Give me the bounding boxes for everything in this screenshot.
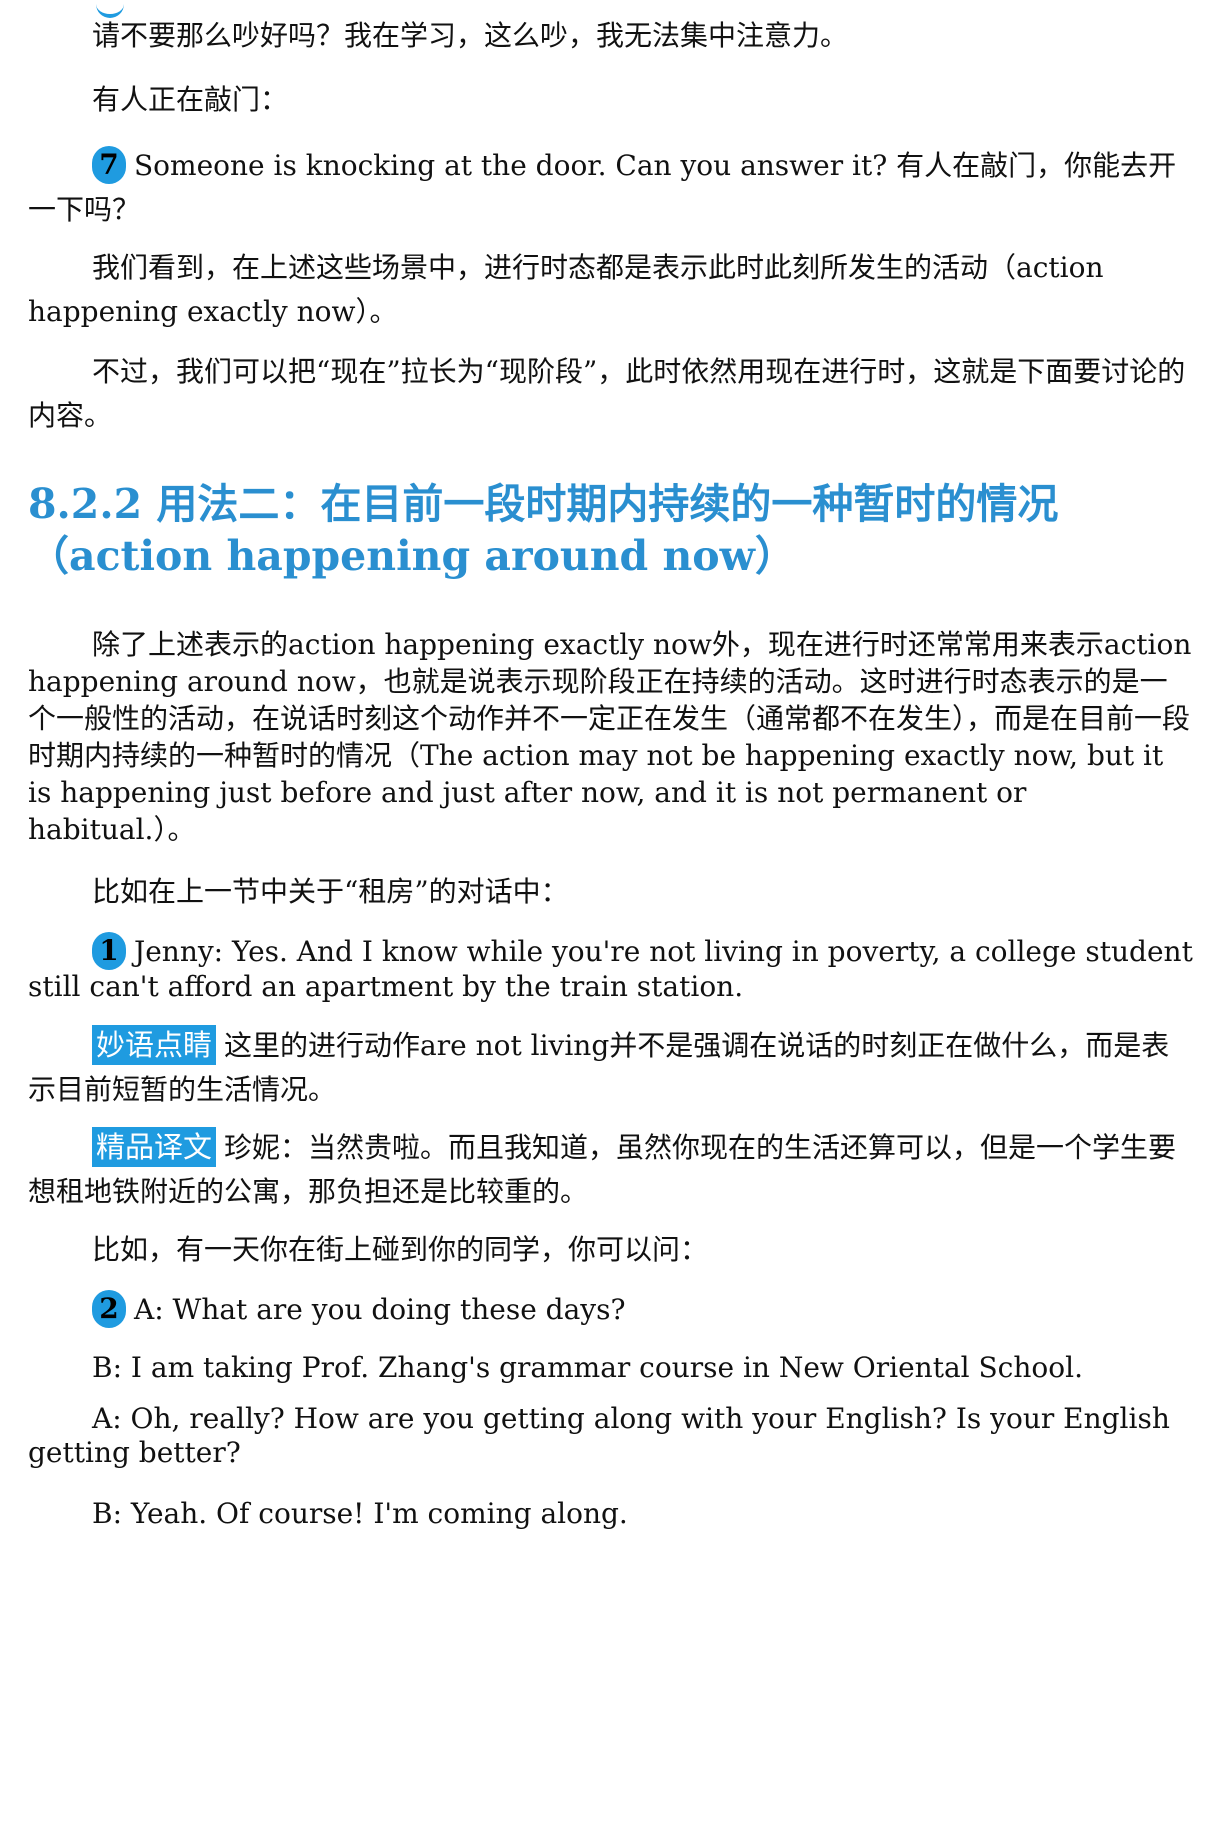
example-number-badge: 1 xyxy=(92,932,126,970)
paragraph-request-quiet: 请不要那么吵好吗？我在学习，这么吵，我无法集中注意力。 xyxy=(92,19,849,52)
dialogue-b1: B: I am taking Prof. Zhang's grammar cou… xyxy=(92,1351,1083,1384)
paragraph-extend: 不过，我们可以把“现在”拉长为“现阶段”，此时依然用现在进行时，这就是下面要讨论… xyxy=(28,355,1186,432)
note-tag: 妙语点睛 xyxy=(92,1025,217,1065)
example-1-text: Jenny: Yes. And I know while you're not … xyxy=(28,935,1193,1003)
dialogue-a2: A: Oh, really? How are you getting along… xyxy=(28,1402,1170,1469)
example-7-text: Someone is knocking at the door. Can you… xyxy=(28,149,1177,226)
example-1: 1 Jenny: Yes. And I know while you're not… xyxy=(28,932,1193,1004)
dialogue-b2: B: Yeah. Of course! I'm coming along. xyxy=(92,1497,628,1530)
section-heading: 8.2.2 用法二：在目前一段时期内持续的一种暂时的情况（action happ… xyxy=(28,480,1059,580)
paragraph-rent-intro: 比如在上一节中关于“租房”的对话中： xyxy=(92,875,569,908)
note-paragraph: 妙语点睛 这里的进行动作are not living并不是强调在说话的时刻正在做什… xyxy=(28,1024,1193,1112)
document-page: 请不要那么吵好吗？我在学习，这么吵，我无法集中注意力。 有人正在敲门： 7 Som… xyxy=(0,0,1207,1828)
translation-paragraph: 精品译文 珍妮：当然贵啦。而且我知道，虽然你现在的生活还算可以，但是一个学生要想租… xyxy=(28,1126,1193,1214)
dialogue-a1: A: What are you doing these days? xyxy=(134,1293,626,1326)
paragraph-knocking-intro: 有人正在敲门： xyxy=(92,83,289,116)
example-2-line-a1: 2 A: What are you doing these days? xyxy=(28,1288,1193,1332)
paragraph-summary: 我们看到，在上述这些场景中，进行时态都是表示此时此刻所发生的活动（action … xyxy=(28,251,1104,328)
paragraph-street-intro: 比如，有一天你在街上碰到你的同学，你可以问： xyxy=(92,1233,709,1266)
example-7: 7 Someone is knocking at the door. Can yo… xyxy=(28,144,1193,232)
translation-tag: 精品译文 xyxy=(92,1127,217,1167)
example-number-badge: 7 xyxy=(92,146,126,184)
paragraph-explain: 除了上述表示的action happening exactly now外，现在进… xyxy=(28,628,1192,846)
example-number-badge: 2 xyxy=(92,1290,126,1328)
